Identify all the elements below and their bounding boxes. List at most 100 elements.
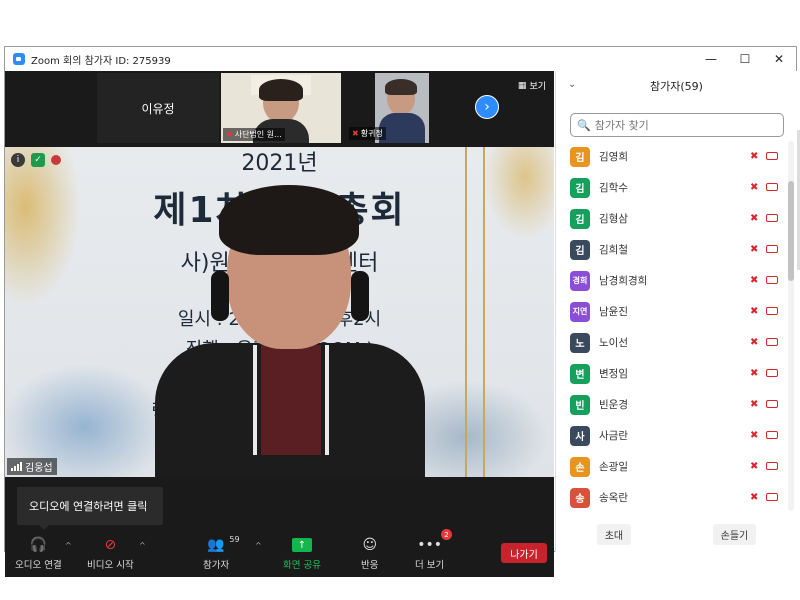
next-page-arrow-icon[interactable]: › — [475, 95, 499, 119]
share-screen-button[interactable]: ↑ 화면 공유 — [283, 535, 321, 571]
participant-thumbnail-1[interactable]: ✖ 사단법인 원... — [221, 73, 341, 143]
participant-name: 김학수 — [599, 182, 628, 194]
speaker-hair — [219, 185, 359, 255]
avatar: 김 — [570, 208, 590, 229]
participant-row[interactable]: 송 송옥란 ✖ — [556, 482, 786, 511]
video-off-icon[interactable] — [766, 369, 778, 377]
reactions-label: 반응 — [361, 560, 379, 571]
title-bar: Zoom 회의 참가자 ID: 275939 — ☐ ✕ — [5, 47, 796, 71]
avatar: 손 — [570, 456, 590, 477]
participant-row[interactable]: 김 김형삼 ✖ — [556, 203, 786, 234]
view-button[interactable]: ▦ 보기 — [517, 79, 546, 93]
mic-muted-icon[interactable]: ✖ — [750, 430, 758, 441]
mic-muted-icon[interactable]: ✖ — [750, 368, 758, 379]
participant-name: 사금란 — [599, 430, 628, 442]
participant-name: 노이선 — [599, 337, 628, 349]
participants-button[interactable]: 👥 59 참가자 — [203, 535, 240, 571]
join-audio-button[interactable]: 🎧 오디오 연결 — [15, 535, 62, 571]
participant-row[interactable]: 노 노이선 ✖ — [556, 327, 786, 358]
mic-muted-icon[interactable]: ✖ — [750, 213, 758, 224]
participant-row[interactable]: 빈 빈운경 ✖ — [556, 389, 786, 420]
mic-muted-icon[interactable]: ✖ — [750, 306, 758, 317]
lanyard — [253, 345, 257, 455]
panel-footer: 초대 손들기 — [556, 519, 797, 549]
mic-muted-icon[interactable]: ✖ — [750, 275, 758, 286]
participant-search-input[interactable]: 🔍 참가자 찾기 — [570, 113, 784, 137]
active-speaker-video: 2021년 제1차 정기총회 사)원주지역 지원센터 일시 : 2021. 12… — [5, 147, 554, 477]
participant-list-scrollbar[interactable] — [788, 141, 794, 511]
avatar: 김 — [570, 177, 590, 198]
participant-row[interactable]: 손 손광일 ✖ — [556, 451, 786, 482]
video-off-icon[interactable] — [766, 493, 778, 501]
close-button[interactable]: ✕ — [762, 47, 796, 71]
participant-row[interactable]: 경희 남경희경희 ✖ — [556, 265, 786, 296]
mic-muted-icon[interactable]: ✖ — [750, 461, 758, 472]
chevron-down-icon[interactable]: ⌄ — [568, 79, 576, 90]
participants-label: 참가자 — [203, 560, 230, 571]
video-off-icon[interactable] — [766, 400, 778, 408]
mic-muted-icon[interactable]: ✖ — [750, 492, 758, 503]
window-title: Zoom 회의 참가자 ID: 275939 — [31, 55, 171, 67]
signal-strength-icon — [11, 462, 22, 471]
participant-row[interactable]: 김 김학수 ✖ — [556, 172, 786, 203]
video-off-icon[interactable] — [766, 307, 778, 315]
headphone-icon: 🎧 — [29, 537, 48, 553]
avatar: 노 — [570, 332, 590, 353]
participant-name: 빈운경 — [599, 399, 628, 411]
video-off-icon[interactable] — [766, 214, 778, 222]
video-options-caret-icon[interactable]: ^ — [139, 541, 146, 550]
participant-name: 손광일 — [599, 461, 628, 473]
search-icon: 🔍 — [577, 118, 591, 132]
avatar: 송 — [570, 487, 590, 508]
participant-row[interactable]: 김 김영희 ✖ — [556, 141, 786, 172]
maximize-button[interactable]: ☐ — [728, 47, 762, 71]
grid-icon: ▦ — [517, 80, 527, 91]
mic-muted-icon[interactable]: ✖ — [750, 399, 758, 410]
shield-icon[interactable]: ✓ — [31, 153, 45, 167]
search-placeholder: 참가자 찾기 — [594, 119, 649, 132]
more-button[interactable]: ••• 2 더 보기 — [415, 529, 453, 571]
audio-options-caret-icon[interactable]: ^ — [65, 541, 72, 550]
mic-muted-icon[interactable]: ✖ — [750, 182, 758, 193]
avatar: 김 — [570, 146, 590, 167]
reactions-button[interactable]: ☺ 반응 — [361, 535, 378, 571]
participants-icon: 👥 59 — [207, 535, 240, 553]
mic-muted-icon[interactable]: ✖ — [750, 244, 758, 255]
mic-muted-icon[interactable]: ✖ — [750, 337, 758, 348]
start-video-button[interactable]: ⊘ 비디오 시작 — [87, 535, 134, 571]
video-off-icon[interactable] — [766, 431, 778, 439]
video-off-icon[interactable] — [766, 152, 778, 160]
participant-name: 남윤진 — [599, 306, 628, 318]
participant-row[interactable]: 지연 남윤진 ✖ — [556, 296, 786, 327]
participant-row[interactable]: 변 변정임 ✖ — [556, 358, 786, 389]
mic-muted-icon[interactable]: ✖ — [750, 151, 758, 162]
raise-hand-button[interactable]: 손들기 — [712, 523, 757, 545]
video-off-icon[interactable] — [766, 338, 778, 346]
participant-name: 김형삼 — [599, 213, 628, 225]
join-audio-label: 오디오 연결 — [15, 560, 62, 571]
minimize-button[interactable]: — — [694, 47, 728, 71]
participant-name: 김희철 — [599, 244, 628, 256]
scrollbar-thumb[interactable] — [788, 181, 794, 281]
thumbnail-label-2: ✖ 황귀정 — [349, 127, 386, 140]
video-off-icon[interactable] — [766, 183, 778, 191]
video-off-icon[interactable] — [766, 245, 778, 253]
more-label: 더 보기 — [415, 560, 445, 571]
headset-right — [351, 271, 369, 321]
info-icon[interactable]: i — [11, 153, 25, 167]
leave-button[interactable]: 나가기 — [501, 543, 547, 563]
video-off-icon[interactable] — [766, 462, 778, 470]
participant-row[interactable]: 사 사금란 ✖ — [556, 420, 786, 451]
view-label: 보기 — [529, 82, 546, 92]
mic-muted-icon: ✖ — [352, 129, 359, 138]
participant-row[interactable]: 김 김희철 ✖ — [556, 234, 786, 265]
participant-tile-name-only[interactable]: 이유정 — [97, 73, 219, 143]
speaker-name: 김웅섭 — [25, 463, 53, 474]
invite-button[interactable]: 초대 — [596, 523, 632, 545]
video-off-icon[interactable] — [766, 276, 778, 284]
avatar: 김 — [570, 239, 590, 260]
participants-panel: ⌄ 참가자(59) 🔍 참가자 찾기 김 김영희 ✖ 김 김학수 ✖ 김 김형삼 ✖ 김 김희철 ✖ 경… — [555, 71, 797, 552]
participants-options-caret-icon[interactable]: ^ — [255, 541, 262, 550]
thumbnail-label: ✖ 사단법인 원... — [223, 128, 285, 141]
avatar: 경희 — [570, 270, 590, 291]
